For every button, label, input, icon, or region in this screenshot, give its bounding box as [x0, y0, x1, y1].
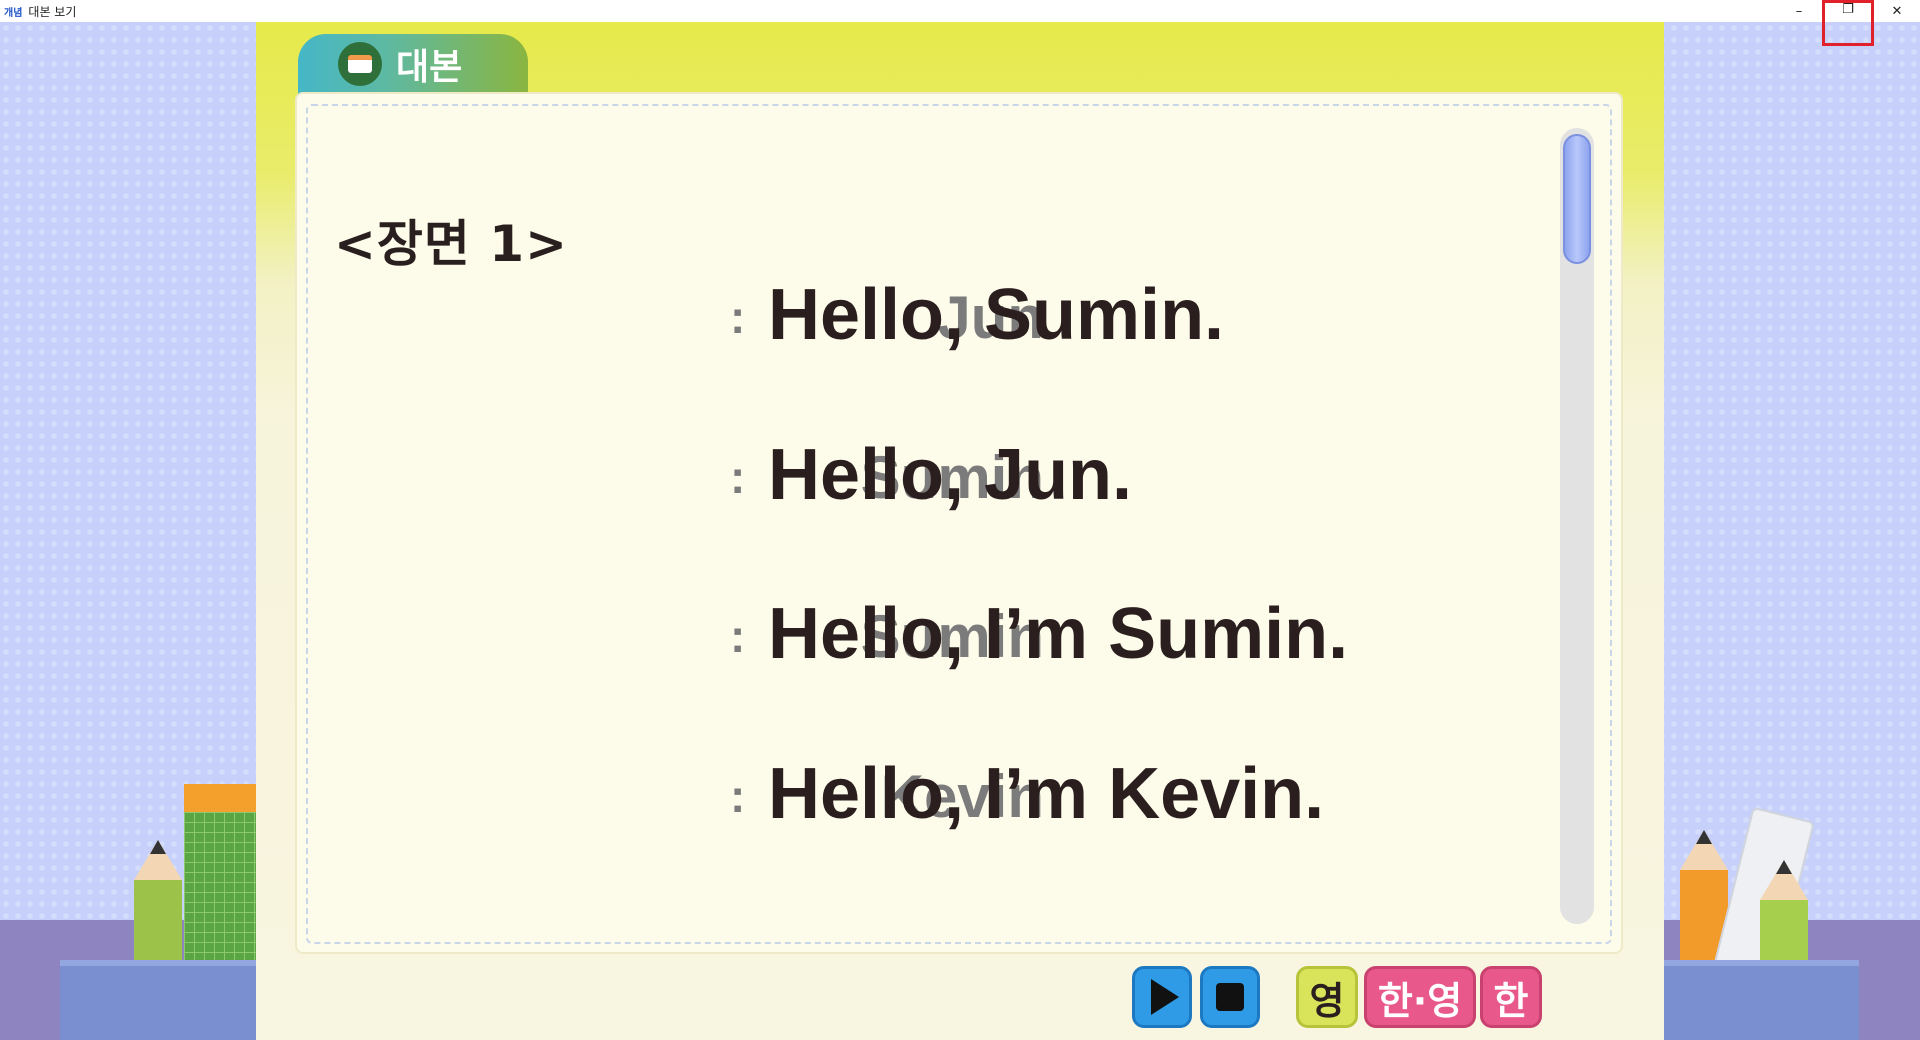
window-title: 대본 보기: [28, 4, 77, 19]
restore-button[interactable]: ❐: [1822, 0, 1874, 46]
script-line: Jun : Hello, Sumin.: [300, 275, 1530, 356]
korean-english-button[interactable]: 한·영: [1364, 966, 1476, 1028]
line-text: Hello, Jun.: [768, 435, 1133, 515]
window-title-bar: 개념 대본 보기 – ❐ ✕: [0, 0, 1920, 46]
script-book-icon: [338, 42, 382, 86]
script-line: Sumin : Hello, Jun.: [300, 435, 1530, 516]
speaker-colon: :: [730, 770, 746, 822]
stop-icon: [1216, 983, 1244, 1011]
speaker-colon: :: [730, 291, 746, 343]
english-only-button[interactable]: 영: [1296, 966, 1358, 1028]
line-text: Hello, Sumin.: [768, 275, 1225, 355]
stop-button[interactable]: [1200, 966, 1260, 1028]
scrollbar-thumb[interactable]: [1563, 134, 1591, 264]
window-controls: – ❐ ✕: [1776, 0, 1920, 46]
play-button[interactable]: [1132, 966, 1192, 1028]
close-button[interactable]: ✕: [1874, 0, 1920, 22]
minimize-button[interactable]: –: [1776, 0, 1822, 22]
glue-stick-decoration: [184, 784, 256, 964]
pencil-box-right: [1664, 960, 1859, 1040]
tab-script-label: 대본: [396, 47, 463, 88]
korean-only-button[interactable]: 한: [1480, 966, 1542, 1028]
script-line: Sumin : Hello, I’m Sumin.: [300, 594, 1530, 675]
app-icon: 개념: [4, 7, 23, 19]
line-text: Hello, I’m Kevin.: [768, 754, 1325, 834]
play-icon: [1151, 979, 1179, 1015]
speaker-colon: :: [730, 451, 746, 503]
line-text: Hello, I’m Sumin.: [768, 594, 1349, 674]
speaker-colon: :: [730, 610, 746, 662]
script-line: Kevin : Hello, I’m Kevin.: [300, 754, 1530, 835]
scene-title: <장면 1>: [334, 215, 568, 273]
pencil-box-left: [60, 960, 256, 1040]
tab-script[interactable]: 대본: [298, 34, 528, 94]
